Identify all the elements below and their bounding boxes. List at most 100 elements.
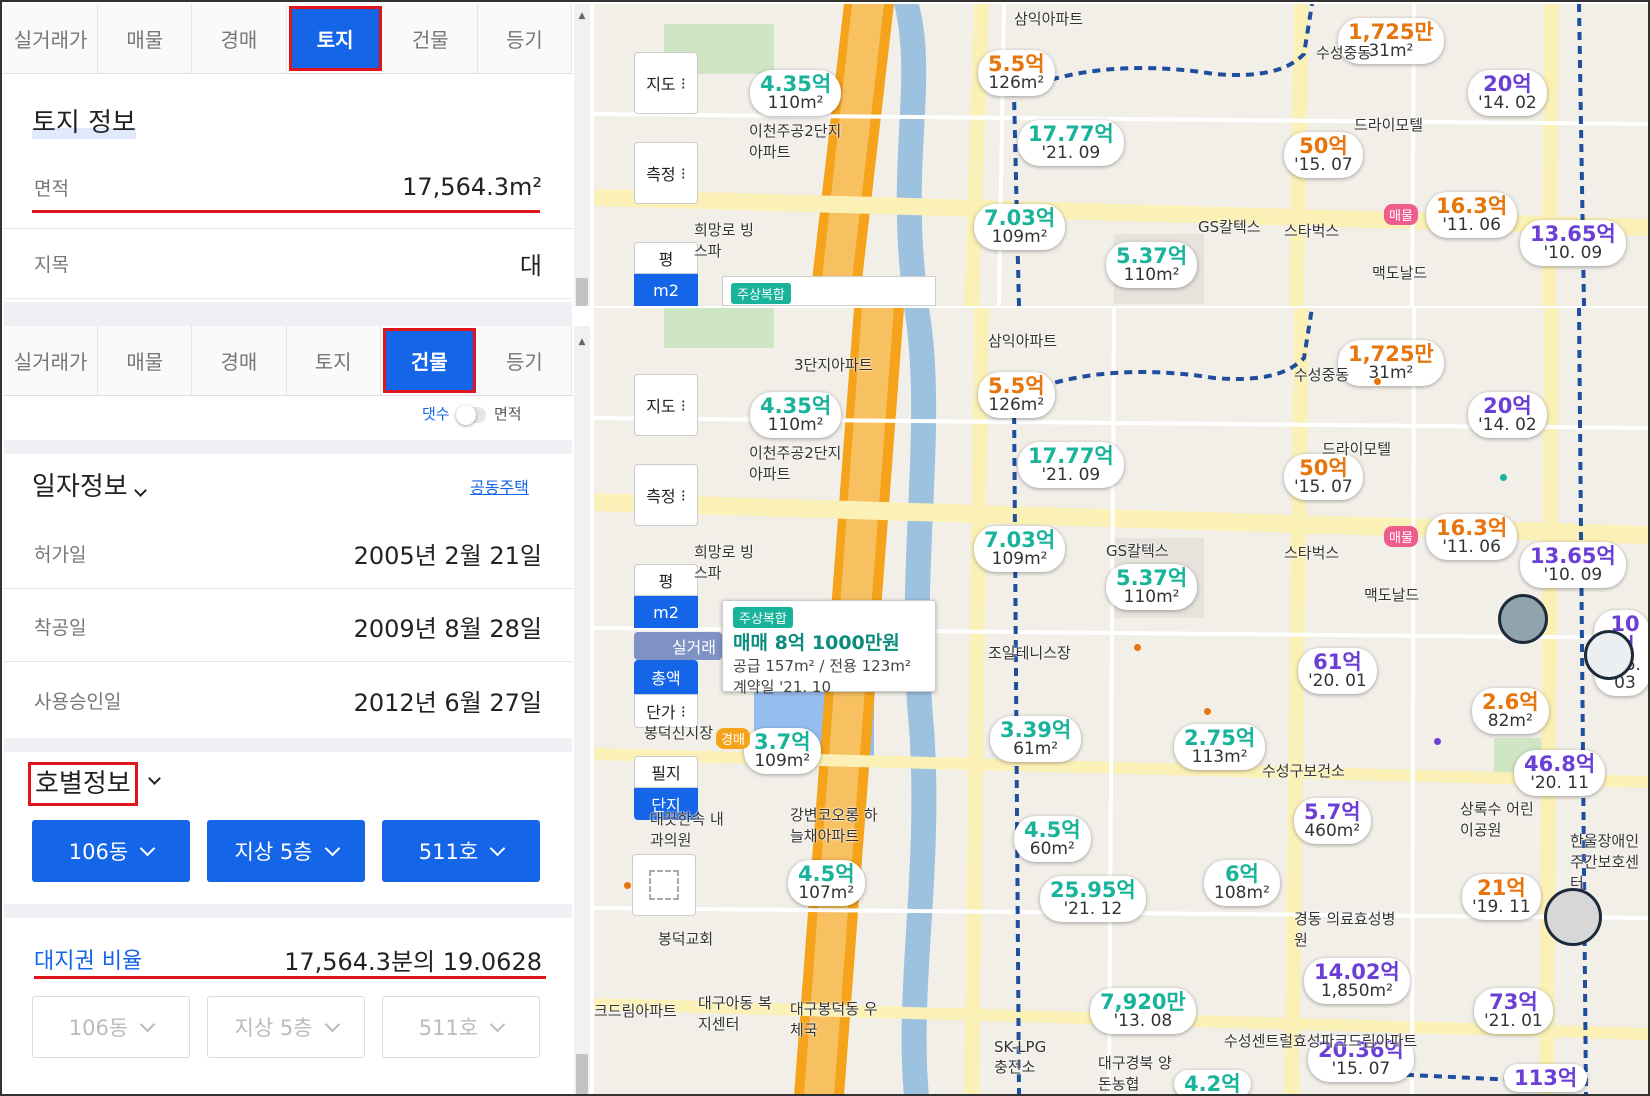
price-bubble[interactable]: 7.03억 109m² xyxy=(974,526,1066,572)
chevron-down-icon xyxy=(139,840,156,856)
price-bubble[interactable]: 2.6억 82m² xyxy=(1472,688,1549,734)
tab-land[interactable]: 토지 xyxy=(288,6,382,71)
unit-info-title[interactable]: 호별정보 xyxy=(28,762,138,806)
floor-select-value: 지상 5층 xyxy=(234,840,313,864)
price-value: 16.3억 xyxy=(1436,194,1508,218)
scrollbar-bottom[interactable] xyxy=(574,326,590,1094)
map-type-button[interactable]: 지도 ⁝ xyxy=(634,52,698,114)
price-sub: '15. 07 xyxy=(1294,155,1353,176)
tab-listing[interactable]: 매물 xyxy=(98,326,193,395)
price-bubble[interactable]: 5.5억 126m² xyxy=(978,372,1055,418)
price-bubble[interactable]: 7.03억 109m² xyxy=(974,204,1066,250)
agent-avatar[interactable] xyxy=(1584,630,1634,680)
price-dot xyxy=(1204,708,1211,715)
price-bubble[interactable]: 5.5억 126m² xyxy=(978,50,1055,96)
map-label: 스타벅스 xyxy=(1284,222,1340,240)
tab-real-price[interactable]: 실거래가 xyxy=(4,4,99,73)
price-bubble[interactable]: 21억 '19. 11 xyxy=(1462,874,1541,920)
price-bubble[interactable]: 4.2억 xyxy=(1174,1070,1251,1094)
price-bubble[interactable]: 5.7억 460m² xyxy=(1294,798,1371,844)
parcel-button[interactable]: 필지 xyxy=(634,756,698,788)
tab-building[interactable]: 건물 xyxy=(382,328,476,393)
toggle-right-label: 면적 xyxy=(494,405,522,423)
tab-land[interactable]: 토지 xyxy=(286,326,381,395)
price-value: 13.65억 xyxy=(1530,544,1616,568)
unit-select[interactable]: 511호 xyxy=(382,820,540,882)
pyeong-button[interactable]: 평 xyxy=(634,242,698,274)
price-bubble[interactable]: 14.02억 1,850m² xyxy=(1304,958,1410,1004)
price-bubble[interactable]: 6억 108m² xyxy=(1204,860,1280,906)
price-bubble[interactable]: 13.65억 '10. 09 xyxy=(1520,220,1626,266)
tab-auction[interactable]: 경매 xyxy=(192,326,287,395)
price-bubble[interactable]: 4.35억 110m² xyxy=(750,392,842,438)
price-bubble[interactable]: 4.5억 107m² xyxy=(788,860,865,906)
price-value: 13.65억 xyxy=(1530,222,1616,246)
price-bubble[interactable]: 4.5억 60m² xyxy=(1014,816,1091,862)
measure-button[interactable]: 측정 ⁝ xyxy=(634,464,698,526)
transaction-popup[interactable]: 주상복합 매매 8억 1000만원 공급 157m² / 전용 123m² 계약… xyxy=(722,600,936,696)
price-bubble[interactable]: 17.77억 '21. 09 xyxy=(1018,120,1124,166)
measure-button[interactable]: 측정 ⁝ xyxy=(634,142,698,204)
total-price-button[interactable]: 총액 xyxy=(634,660,698,694)
dong-select[interactable]: 106동 xyxy=(32,820,190,882)
scrollbar-thumb[interactable] xyxy=(576,1054,588,1094)
price-sub: '14. 02 xyxy=(1478,93,1537,114)
m2-button[interactable]: m2 xyxy=(634,596,698,628)
price-bubble[interactable]: 16.3억 '11. 06 xyxy=(1426,514,1518,560)
tab-registry[interactable]: 등기 xyxy=(477,4,572,73)
price-bubble[interactable]: 7,920만 '13. 08 xyxy=(1090,988,1196,1034)
scroll-up-arrow[interactable]: ▲ xyxy=(574,10,590,22)
map-label: 한울장애인 주간보호센터 xyxy=(1570,832,1640,892)
price-bubble[interactable]: 3.39억 61m² xyxy=(990,716,1082,762)
price-bubble[interactable]: 73억 '21. 01 xyxy=(1474,988,1553,1034)
pyeong-button[interactable]: 평 xyxy=(634,564,698,596)
real-price-toggle[interactable]: 실거래 xyxy=(634,632,722,660)
tab-real-price[interactable]: 실거래가 xyxy=(4,326,99,395)
unit-toggle[interactable] xyxy=(456,405,486,425)
tab-auction[interactable]: 경매 xyxy=(192,4,287,73)
m2-button[interactable]: m2 xyxy=(634,274,698,306)
floor-select[interactable]: 지상 5층 xyxy=(207,820,365,882)
price-sub: 126m² xyxy=(988,73,1045,94)
price-value: 4.35억 xyxy=(760,394,832,418)
price-bubble[interactable]: 3.7억 109m² xyxy=(744,728,821,774)
agent-avatar[interactable] xyxy=(1544,888,1602,946)
price-bubble[interactable]: 50억 '15. 07 xyxy=(1284,454,1363,500)
price-bubble[interactable]: 17.77억 '21. 09 xyxy=(1018,442,1124,488)
scrollbar-thumb[interactable] xyxy=(576,278,588,306)
tab-registry[interactable]: 등기 xyxy=(477,326,572,395)
price-bubble[interactable]: 2.75억 113m² xyxy=(1174,724,1266,770)
price-bubble[interactable]: 1,725만 31m² xyxy=(1338,340,1444,386)
scrollbar-top[interactable] xyxy=(574,4,590,306)
price-bubble[interactable]: 46.8억 '20. 11 xyxy=(1514,750,1606,796)
tab-listing[interactable]: 매물 xyxy=(98,4,193,73)
price-bubble[interactable]: 50억 '15. 07 xyxy=(1284,132,1363,178)
map-top[interactable]: 지도 ⁝ 측정 ⁝ 평 m2 주상복합 4.35억 110m² 5.5억 126m²… xyxy=(594,4,1648,306)
price-dot xyxy=(1500,474,1507,481)
dates-title[interactable]: 일자정보 xyxy=(32,466,147,503)
apartment-link[interactable]: 공동주택 xyxy=(470,474,529,498)
price-bubble[interactable]: 5.37억 110m² xyxy=(1106,564,1198,610)
price-bubble[interactable]: 13.65억 '10. 09 xyxy=(1520,542,1626,588)
agent-avatar[interactable] xyxy=(1498,594,1548,644)
dong-select-value: 106동 xyxy=(68,1016,129,1040)
price-bubble[interactable]: 20억 '14. 02 xyxy=(1468,392,1547,438)
price-bubble[interactable]: 4.35억 110m² xyxy=(750,70,842,116)
price-sub: 82m² xyxy=(1487,711,1533,732)
price-bubble[interactable]: 113억 xyxy=(1504,1064,1588,1093)
price-bubble[interactable]: 25.95억 '21. 12 xyxy=(1040,876,1146,922)
price-bubble[interactable]: 61억 '20. 01 xyxy=(1298,648,1377,694)
price-bubble[interactable]: 16.3억 '11. 06 xyxy=(1426,192,1518,238)
price-value: 113억 xyxy=(1514,1066,1578,1090)
scroll-up-arrow[interactable]: ▲ xyxy=(574,336,590,348)
map-bottom[interactable]: 지도 ⁝ 측정 ⁝ 평 m2 실거래 총액 단가 ⁝ 필지 단지 주상복합 매매… xyxy=(594,308,1648,1094)
map-type-button[interactable]: 지도 ⁝ xyxy=(634,374,698,436)
section-gap xyxy=(4,302,572,326)
area-select-button[interactable] xyxy=(632,854,696,916)
price-sub: '15. 07 xyxy=(1331,1059,1391,1080)
tab-building[interactable]: 건물 xyxy=(383,4,478,73)
price-sub: 110m² xyxy=(1123,265,1180,286)
popup-price: 매매 8억 1000만원 xyxy=(733,632,900,654)
price-bubble[interactable]: 20억 '14. 02 xyxy=(1468,70,1547,116)
price-bubble[interactable]: 5.37억 110m² xyxy=(1106,242,1198,288)
